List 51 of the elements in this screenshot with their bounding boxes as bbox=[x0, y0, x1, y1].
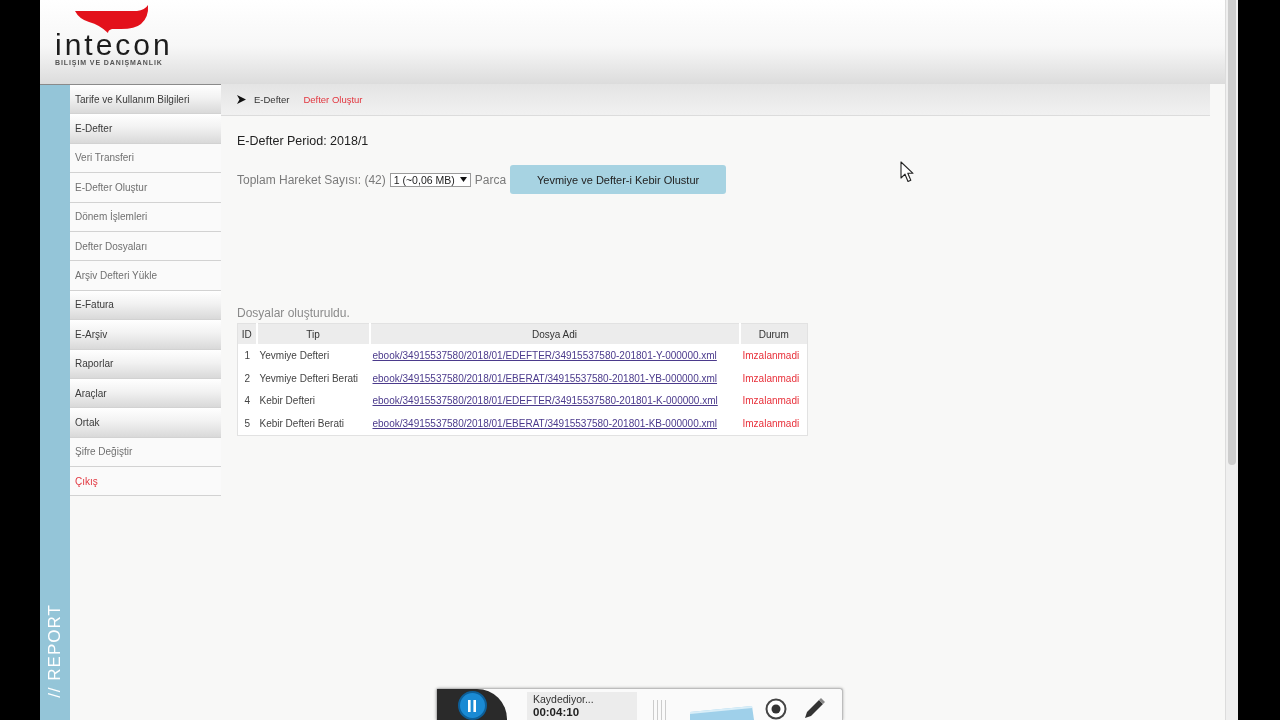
arrow-icon bbox=[237, 95, 246, 104]
file-link[interactable]: ebook/34915537580/2018/01/EBERAT/34915537580-201801-YB-000000.xml bbox=[372, 372, 718, 384]
column-header: ID bbox=[237, 323, 257, 344]
pause-icon bbox=[467, 699, 477, 712]
recording-status: Kaydediyor... bbox=[533, 693, 594, 706]
sidebar-item[interactable]: Raporlar bbox=[70, 349, 221, 379]
sidebar-item[interactable]: E-Arşiv bbox=[70, 320, 221, 350]
status-cell: Imzalanmadi bbox=[739, 412, 808, 436]
cursor-icon bbox=[900, 161, 916, 183]
parts-select[interactable]: 1 (~0,06 MB) bbox=[389, 172, 471, 187]
status-cell: Imzalanmadi bbox=[739, 366, 808, 390]
breadcrumb-item[interactable]: E-Defter bbox=[254, 94, 290, 105]
table-cell: Yevmiye Defteri Berati bbox=[256, 366, 370, 390]
column-header: Dosya Adi bbox=[369, 323, 740, 344]
table-cell: 5 bbox=[237, 412, 257, 436]
grip-icon[interactable] bbox=[652, 700, 668, 720]
sidebar-item[interactable]: Ortak bbox=[70, 408, 221, 438]
column-header: Tip bbox=[256, 323, 370, 344]
caret-icon bbox=[459, 177, 467, 182]
logo-text: intecon bbox=[55, 33, 173, 57]
pen-icon[interactable] bbox=[802, 698, 826, 720]
status-cell: Imzalanmadi bbox=[739, 389, 808, 413]
breadcrumb-item[interactable]: Defter Oluştur bbox=[303, 94, 363, 105]
result-message: Dosyalar oluşturuldu. bbox=[237, 306, 350, 320]
target-icon[interactable] bbox=[764, 698, 788, 720]
sidebar-item[interactable]: Araçlar bbox=[70, 378, 221, 409]
sidebar-item[interactable]: E-Fatura bbox=[70, 290, 221, 321]
recording-time: 00:04:10 bbox=[533, 706, 580, 719]
table-cell: 1 bbox=[237, 344, 257, 367]
table-cell: 2 bbox=[237, 366, 257, 390]
file-link[interactable]: ebook/34915537580/2018/01/EDEFTER/34915537580-201801-K-000000.xml bbox=[372, 395, 718, 407]
create-button[interactable]: Yevmiye ve Defter-i Kebir Olustur bbox=[510, 165, 727, 194]
column-header: Durum bbox=[739, 323, 808, 344]
side-label: // REPORT bbox=[45, 604, 65, 698]
period-title: E-Defter Period: 2018/1 bbox=[237, 134, 369, 148]
transaction-count-label: Toplam Hareket Sayısı: (42) bbox=[237, 172, 386, 187]
logo-icon bbox=[75, 5, 149, 33]
scrollbar-thumb[interactable] bbox=[1228, 0, 1236, 465]
sidebar-item[interactable]: E-Defter bbox=[70, 114, 221, 144]
pause-button[interactable] bbox=[457, 691, 487, 720]
table-cell: Kebir Defteri bbox=[256, 389, 370, 413]
file-link[interactable]: ebook/34915537580/2018/01/EDEFTER/34915537580-201801-Y-000000.xml bbox=[372, 349, 717, 361]
table-cell: 4 bbox=[237, 389, 257, 413]
scrollbar-track[interactable] bbox=[1225, 0, 1238, 720]
table-cell: Yevmiye Defteri bbox=[256, 344, 370, 367]
sidebar-item[interactable]: Tarife ve Kullanım Bilgileri bbox=[70, 85, 221, 115]
status-cell: Imzalanmadi bbox=[739, 344, 808, 367]
file-link[interactable]: ebook/34915537580/2018/01/EBERAT/34915537580-201801-KB-000000.xml bbox=[372, 417, 718, 429]
audio-meter-icon bbox=[690, 706, 754, 720]
parts-suffix: Parca bbox=[474, 172, 507, 187]
table-cell: Kebir Defteri Berati bbox=[256, 412, 370, 436]
